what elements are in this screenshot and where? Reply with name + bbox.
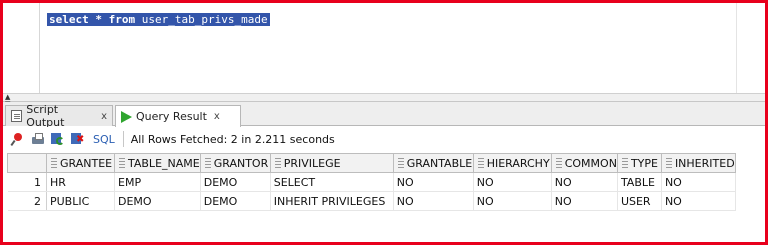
cell-common[interactable]: NO [551,191,618,211]
column-header-grantor[interactable]: GRANTOR [199,153,271,173]
result-toolbar: SQL All Rows Fetched: 2 in 2.211 seconds [3,127,765,151]
fetch-status: All Rows Fetched: 2 in 2.211 seconds [130,132,335,146]
panel-splitter[interactable]: ▲▼ [3,93,765,108]
result-grid: GRANTEE TABLE_NAME GRANTOR PRIVILEGE GRA… [3,151,765,242]
tab-query-result[interactable]: Query Result x [115,105,241,127]
toolbar-divider [122,131,124,147]
result-table: GRANTEE TABLE_NAME GRANTOR PRIVILEGE GRA… [7,153,736,211]
pin-icon[interactable] [11,132,25,146]
sort-grip-icon [204,157,211,168]
column-header-table-name[interactable]: TABLE_NAME [114,153,201,173]
cell-grantable[interactable]: NO [393,191,474,211]
star-token: * [95,13,102,26]
sql-button[interactable]: SQL [93,133,115,146]
column-header-type[interactable]: TYPE [616,153,662,173]
table-row[interactable]: 1 HR EMP DEMO SELECT NO NO NO TABLE NO [7,172,736,192]
cell-grantor[interactable]: DEMO [200,172,271,192]
tab-label: Script Output [26,103,65,129]
column-header-inherited[interactable]: INHERITED [660,153,736,173]
sort-grip-icon [555,157,562,168]
sort-grip-icon [51,157,57,168]
tab-label: Query Result [136,110,207,123]
query-text[interactable]: select * from user_tab_privs_made [47,13,270,26]
tab-script-output[interactable]: Script Output x [5,103,113,129]
sort-grip-icon [397,157,404,168]
column-header-grantable[interactable]: GRANTABLE [392,153,474,173]
cell-grantee[interactable]: HR [46,172,115,192]
cell-grantee[interactable]: PUBLIC [46,191,115,211]
cell-privilege[interactable]: INHERIT PRIVILEGES [270,191,394,211]
table-name-token: user_tab_privs_made [141,13,268,26]
cell-hierarchy[interactable]: NO [473,172,552,192]
close-icon[interactable]: x [214,111,220,122]
sort-grip-icon [119,157,125,168]
cell-grantable[interactable]: NO [393,172,474,192]
cell-table-name[interactable]: DEMO [114,191,201,211]
sort-grip-icon [665,157,672,168]
editor-gutter [3,3,40,93]
cell-privilege[interactable]: SELECT [270,172,394,192]
output-tab-bar: Script Output x Query Result x [3,102,765,129]
cancel-icon[interactable] [71,132,85,146]
column-header-privilege[interactable]: PRIVILEGE [269,153,394,173]
row-number: 1 [7,172,47,192]
keyword-select: select [49,13,89,26]
cell-grantor[interactable]: DEMO [200,191,271,211]
sort-grip-icon [274,157,281,168]
sort-grip-icon [621,157,628,168]
cell-inherited[interactable]: NO [661,172,736,192]
play-icon [121,110,132,123]
header-row: GRANTEE TABLE_NAME GRANTOR PRIVILEGE GRA… [7,153,736,173]
column-header-grantee[interactable]: GRANTEE [46,153,115,173]
table-row[interactable]: 2 PUBLIC DEMO DEMO INHERIT PRIVILEGES NO… [7,191,736,211]
row-number-header [7,153,47,173]
sort-grip-icon [477,157,484,168]
cell-table-name[interactable]: EMP [114,172,201,192]
refresh-icon[interactable] [51,132,65,146]
keyword-from: from [108,13,136,26]
cell-inherited[interactable]: NO [661,191,736,211]
print-icon[interactable] [31,132,45,146]
cell-type[interactable]: TABLE [617,172,662,192]
script-icon [11,110,23,122]
cell-hierarchy[interactable]: NO [473,191,552,211]
row-number: 2 [7,191,47,211]
cell-common[interactable]: NO [551,172,618,192]
close-icon[interactable]: x [101,111,107,122]
column-header-hierarchy[interactable]: HIERARCHY [472,153,552,173]
sql-editor[interactable]: select * from user_tab_privs_made [3,3,765,93]
cell-type[interactable]: USER [617,191,662,211]
editor-right-margin [736,3,737,93]
column-header-common[interactable]: COMMON [550,153,618,173]
